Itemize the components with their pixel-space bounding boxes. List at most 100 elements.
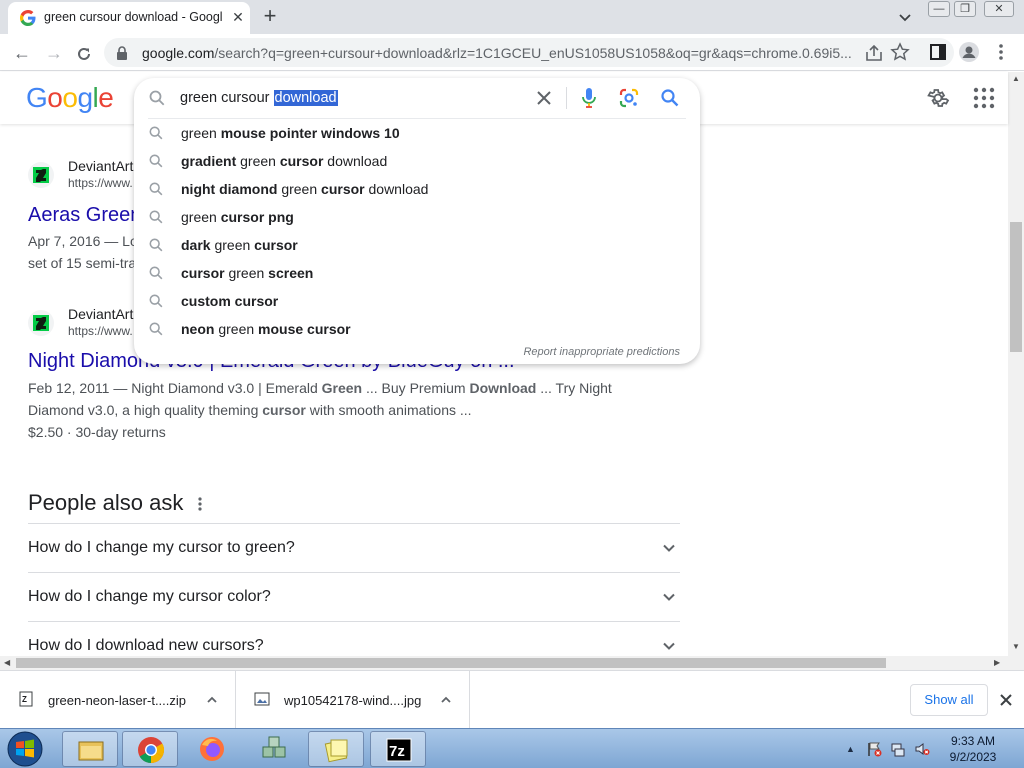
download-shelf: Z green-neon-laser-t....zip wp10542178-w… <box>0 670 1024 729</box>
horizontal-scroll-thumb[interactable] <box>16 658 886 668</box>
close-tab-icon[interactable]: ✕ <box>230 9 246 25</box>
paa-question-row[interactable]: How do I change my cursor to green? <box>28 523 680 572</box>
vertical-scroll-thumb[interactable] <box>1010 222 1022 352</box>
search-icon <box>149 154 163 168</box>
browser-menu-dots-icon[interactable] <box>994 42 1008 62</box>
zip-file-icon: Z <box>19 691 33 707</box>
restore-window-icon[interactable]: ❐ <box>954 1 976 17</box>
report-predictions-link[interactable]: Report inappropriate predictions <box>523 346 680 358</box>
download-item[interactable]: Z green-neon-laser-t....zip <box>0 671 236 729</box>
search-submit-icon[interactable] <box>660 88 680 108</box>
tab-title: green cursour download - Googl <box>44 10 223 24</box>
windows-taskbar: 7z ▲ 9:33 AM 9/2/2023 <box>0 728 1024 768</box>
side-panel-icon[interactable] <box>928 42 948 62</box>
bookmark-star-icon[interactable] <box>890 42 910 62</box>
paa-question-row[interactable]: How do I change my cursor color? <box>28 572 680 621</box>
result-snippet-line: set of 15 semi-tra <box>28 255 137 271</box>
windows-start-orb-icon[interactable] <box>2 730 48 768</box>
search-divider <box>566 87 567 109</box>
taskbar-chrome[interactable] <box>122 731 178 767</box>
chevron-up-icon[interactable] <box>206 694 218 706</box>
download-item[interactable]: wp10542178-wind....jpg <box>236 671 470 729</box>
lock-icon[interactable] <box>116 46 128 60</box>
chevron-down-icon <box>663 642 675 650</box>
firefox-icon <box>200 737 224 761</box>
forward-arrow-icon[interactable]: → <box>41 40 67 66</box>
search-icon <box>149 90 165 106</box>
google-logo[interactable]: Google <box>26 82 114 114</box>
search-suggestion[interactable]: green mouse pointer windows 10 <box>134 119 700 147</box>
search-icon <box>149 182 163 196</box>
horizontal-scrollbar[interactable]: ◀ ▶ <box>0 656 1024 670</box>
url-text: google.com/search?q=green+cursour+downlo… <box>142 45 852 61</box>
search-suggestion[interactable]: dark green cursor <box>134 231 700 259</box>
search-suggestion[interactable]: cursor green screen <box>134 259 700 287</box>
search-suggestion[interactable]: neon green mouse cursor <box>134 315 700 343</box>
result-title-link[interactable]: Aeras Green <box>28 204 141 227</box>
suggestion-text: green mouse pointer windows 10 <box>181 125 400 141</box>
taskbar-file-explorer[interactable] <box>62 731 118 767</box>
taskbar-firefox[interactable] <box>184 731 240 767</box>
show-all-downloads-button[interactable]: Show all <box>910 684 988 716</box>
7zip-icon: 7z <box>386 738 412 762</box>
scroll-left-arrow-icon[interactable]: ◀ <box>4 658 10 667</box>
profile-avatar-icon[interactable] <box>958 41 980 63</box>
share-icon[interactable] <box>864 43 884 63</box>
clear-search-icon[interactable] <box>534 88 554 108</box>
network-icon[interactable] <box>890 741 906 757</box>
taskbar-sticky-notes[interactable] <box>308 731 364 767</box>
minimize-window-icon[interactable]: — <box>928 1 950 17</box>
volume-muted-icon[interactable] <box>914 741 930 757</box>
settings-gear-icon[interactable] <box>926 86 950 110</box>
new-tab-button[interactable]: + <box>258 4 282 28</box>
clock-date: 9/2/2023 <box>949 750 997 764</box>
search-icon <box>149 238 163 252</box>
search-suggestion[interactable]: gradient green cursor download <box>134 147 700 175</box>
search-input[interactable]: green cursour download <box>180 90 338 106</box>
result-site-name: DeviantArt <box>68 158 134 174</box>
search-box-with-suggestions[interactable]: green cursour download green mouse point… <box>134 78 700 364</box>
clock-time: 9:33 AM <box>950 734 996 748</box>
paa-question-row[interactable]: How do I download new cursors? <box>28 621 680 656</box>
paa-question: How do I download new cursors? <box>28 637 264 654</box>
suggestion-text: neon green mouse cursor <box>181 321 351 337</box>
google-favicon-icon <box>20 10 36 26</box>
taskbar-app[interactable] <box>246 731 302 767</box>
selected-query-text: download <box>273 90 338 106</box>
show-hidden-icons-arrow-icon[interactable]: ▲ <box>846 744 855 754</box>
tab-search-chevron-icon[interactable] <box>896 8 914 26</box>
search-icon <box>149 322 163 336</box>
download-filename: green-neon-laser-t....zip <box>48 693 187 708</box>
back-arrow-icon[interactable]: ← <box>9 40 35 66</box>
search-suggestion[interactable]: green cursor png <box>134 203 700 231</box>
close-window-icon[interactable]: ✕ <box>984 1 1014 17</box>
svg-text:7z: 7z <box>389 743 405 760</box>
google-lens-icon[interactable] <box>618 87 640 109</box>
paa-question: How do I change my cursor color? <box>28 588 271 605</box>
more-options-dots-icon[interactable] <box>193 496 207 512</box>
result-site-name: DeviantArt <box>68 306 134 322</box>
vertical-scrollbar[interactable]: ▲ ▼ <box>1008 72 1024 656</box>
chevron-down-icon <box>663 544 675 552</box>
browser-tab-active[interactable]: green cursour download - Googl ✕ <box>8 2 250 34</box>
people-also-ask-heading: People also ask <box>28 490 184 515</box>
voice-search-mic-icon[interactable] <box>580 87 598 109</box>
scroll-right-arrow-icon[interactable]: ▶ <box>994 658 1000 667</box>
search-icon <box>149 266 163 280</box>
chevron-up-icon[interactable] <box>440 694 452 706</box>
search-suggestion[interactable]: night diamond green cursor download <box>134 175 700 203</box>
scroll-up-arrow-icon[interactable]: ▲ <box>1012 74 1020 83</box>
chrome-icon <box>138 737 165 764</box>
result-url: https://www. <box>68 324 133 338</box>
suggestion-text: gradient green cursor download <box>181 153 388 169</box>
scroll-down-arrow-icon[interactable]: ▼ <box>1012 642 1020 651</box>
address-bar[interactable]: google.com/search?q=green+cursour+downlo… <box>104 38 954 67</box>
close-shelf-icon[interactable] <box>998 692 1014 708</box>
result-snippet-line: Diamond v3.0, a high quality theming cur… <box>28 402 472 418</box>
search-suggestion[interactable]: custom cursor <box>134 287 700 315</box>
taskbar-7zip[interactable]: 7z <box>370 731 426 767</box>
google-apps-grid-icon[interactable] <box>972 86 996 110</box>
action-center-flag-icon[interactable] <box>866 741 882 757</box>
reload-icon[interactable] <box>75 45 93 63</box>
taskbar-clock[interactable]: 9:33 AM 9/2/2023 <box>940 733 1006 765</box>
